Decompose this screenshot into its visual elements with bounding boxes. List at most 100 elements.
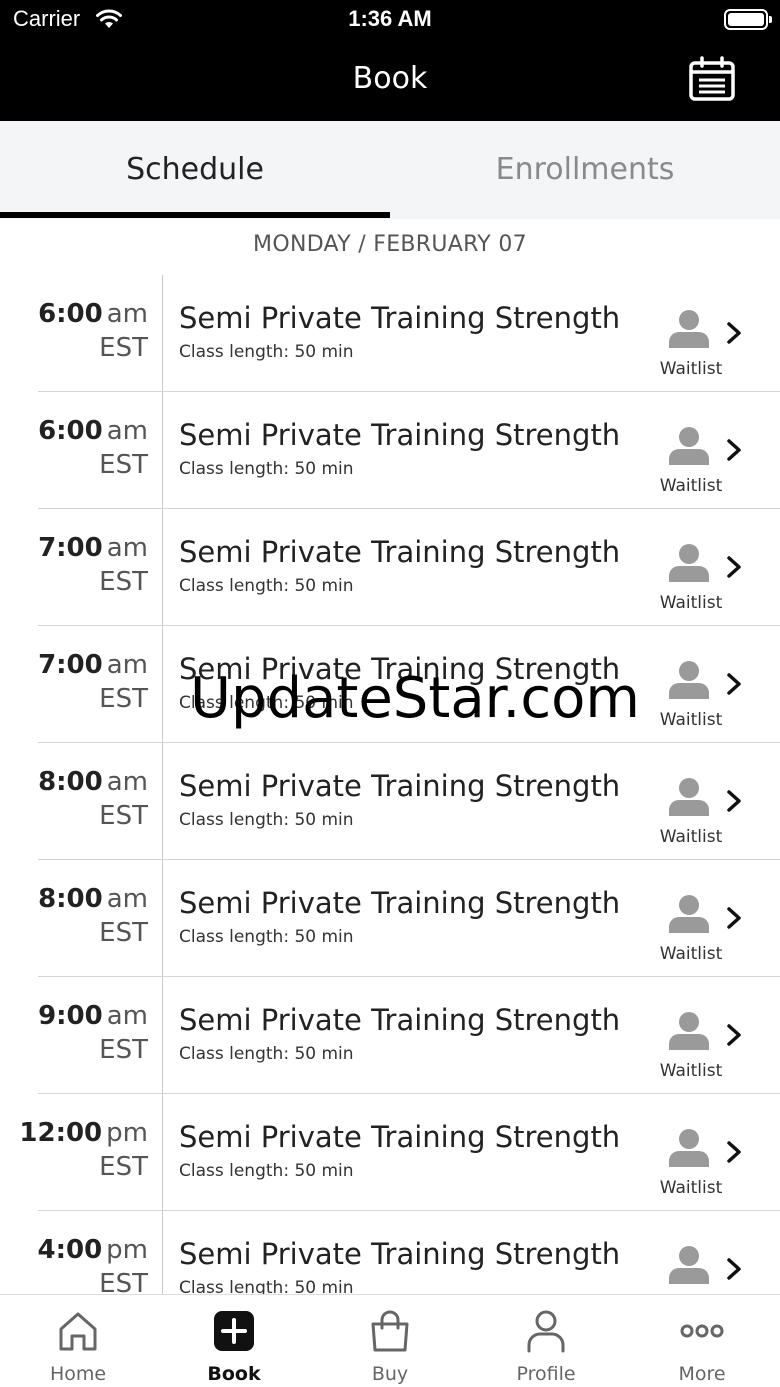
battery-icon [724, 9, 772, 30]
class-row[interactable]: 8:00 am EST Semi Private Training Strength C… [0, 743, 780, 860]
class-name: Semi Private Training Strength [179, 769, 621, 803]
class-name: Semi Private Training Strength [179, 535, 621, 569]
tabbar-buy-label: Buy [371, 1363, 409, 1385]
class-row[interactable]: 4:00 pm EST Semi Private Training Strength C… [0, 1211, 780, 1294]
class-time: 6:00 am EST [0, 299, 148, 363]
class-name: Semi Private Training Strength [179, 1120, 621, 1154]
person-silhouette-icon [669, 661, 709, 699]
chevron-right-icon[interactable] [724, 1023, 744, 1047]
class-time: 4:00 pm EST [0, 1235, 148, 1294]
waitlist-label[interactable]: Waitlist [651, 944, 731, 964]
time-zone: EST [99, 1035, 148, 1065]
time-ampm: pm [106, 1235, 148, 1265]
app-header: Carrier 1:36 AM Book [0, 0, 780, 121]
tabbar-buy[interactable]: Buy [312, 1295, 468, 1387]
time-value: 7:00 [38, 650, 103, 680]
class-length: Class length: 50 min [179, 1278, 354, 1294]
person-silhouette-icon [669, 895, 709, 933]
class-time: 6:00 am EST [0, 416, 148, 480]
time-value: 9:00 [38, 1001, 103, 1031]
waitlist-label[interactable]: Waitlist [651, 827, 731, 847]
shopping-bag-icon [371, 1310, 409, 1352]
time-ampm: am [106, 533, 148, 563]
home-icon [59, 1312, 97, 1351]
class-time: 12:00 pm EST [0, 1118, 148, 1182]
class-list[interactable]: 6:00 am EST Semi Private Training Strength C… [0, 275, 780, 1294]
class-row[interactable]: 7:00 am EST Semi Private Training Strength C… [0, 626, 780, 743]
time-ampm: am [106, 884, 148, 914]
time-zone: EST [99, 1269, 148, 1294]
chevron-right-icon[interactable] [724, 906, 744, 930]
segment-tabs: Schedule Enrollments [0, 121, 780, 219]
time-ampm: pm [106, 1118, 148, 1148]
person-silhouette-icon [669, 778, 709, 816]
class-row[interactable]: 9:00 am EST Semi Private Training Strength C… [0, 977, 780, 1094]
class-length: Class length: 50 min [179, 459, 354, 479]
time-ampm: am [106, 767, 148, 797]
class-time: 9:00 am EST [0, 1001, 148, 1065]
waitlist-label[interactable]: Waitlist [651, 593, 731, 613]
date-heading: MONDAY / FEBRUARY 07 [253, 232, 527, 257]
class-row[interactable]: 8:00 am EST Semi Private Training Strength C… [0, 860, 780, 977]
time-zone: EST [99, 450, 148, 480]
time-value: 12:00 [19, 1118, 103, 1148]
class-row[interactable]: 6:00 am EST Semi Private Training Strength C… [0, 275, 780, 392]
status-time: 1:36 AM [348, 6, 432, 31]
page-title: Book [352, 61, 428, 96]
active-tab-indicator [0, 212, 390, 218]
chevron-right-icon[interactable] [724, 789, 744, 813]
chevron-right-icon[interactable] [724, 1140, 744, 1164]
tabbar-profile[interactable]: Profile [468, 1295, 624, 1387]
time-ampm: am [106, 299, 148, 329]
calendar-list-icon[interactable] [688, 55, 736, 103]
time-value: 6:00 [38, 416, 103, 446]
class-length: Class length: 50 min [179, 810, 354, 830]
tabbar-home[interactable]: Home [0, 1295, 156, 1387]
time-value: 6:00 [38, 299, 103, 329]
time-value: 8:00 [38, 767, 103, 797]
person-silhouette-icon [669, 310, 709, 348]
class-time: 7:00 am EST [0, 533, 148, 597]
person-silhouette-icon [669, 1129, 709, 1167]
plus-square-icon [214, 1311, 254, 1351]
class-length: Class length: 50 min [179, 1044, 354, 1064]
time-ampm: am [106, 1001, 148, 1031]
chevron-right-icon[interactable] [724, 438, 744, 462]
tabbar-home-label: Home [49, 1363, 107, 1385]
waitlist-label[interactable]: Waitlist [651, 359, 731, 379]
waitlist-label[interactable]: Waitlist [651, 1178, 731, 1198]
class-name: Semi Private Training Strength [179, 1237, 621, 1271]
tabbar-book[interactable]: Book [156, 1295, 312, 1387]
bottom-tab-bar: Home Book Buy Profile More [0, 1294, 780, 1387]
class-length: Class length: 50 min [179, 342, 354, 362]
time-ampm: am [106, 650, 148, 680]
waitlist-label[interactable]: Waitlist [651, 476, 731, 496]
class-name: Semi Private Training Strength [179, 301, 621, 335]
class-row[interactable]: 6:00 am EST Semi Private Training Strength C… [0, 392, 780, 509]
person-silhouette-icon [669, 544, 709, 582]
time-zone: EST [99, 567, 148, 597]
tabbar-more-label: More [678, 1363, 726, 1385]
class-time: 8:00 am EST [0, 767, 148, 831]
waitlist-label[interactable]: Waitlist [651, 710, 731, 730]
chevron-right-icon[interactable] [724, 555, 744, 579]
time-zone: EST [99, 684, 148, 714]
chevron-right-icon[interactable] [724, 672, 744, 696]
time-ampm: am [106, 416, 148, 446]
class-time: 8:00 am EST [0, 884, 148, 948]
waitlist-label[interactable]: Waitlist [651, 1061, 731, 1081]
tabbar-book-label: Book [207, 1363, 261, 1385]
class-row[interactable]: 7:00 am EST Semi Private Training Strength C… [0, 509, 780, 626]
tab-enrollments[interactable]: Enrollments [390, 121, 780, 219]
time-value: 7:00 [38, 533, 103, 563]
tabbar-more[interactable]: More [624, 1295, 780, 1387]
class-row[interactable]: 12:00 pm EST Semi Private Training Strength… [0, 1094, 780, 1211]
tab-schedule[interactable]: Schedule [0, 121, 390, 219]
class-length: Class length: 50 min [179, 927, 354, 947]
person-silhouette-icon [669, 427, 709, 465]
chevron-right-icon[interactable] [724, 321, 744, 345]
time-zone: EST [99, 333, 148, 363]
more-dots-icon [680, 1324, 724, 1338]
class-name: Semi Private Training Strength [179, 418, 621, 452]
chevron-right-icon[interactable] [724, 1257, 744, 1281]
